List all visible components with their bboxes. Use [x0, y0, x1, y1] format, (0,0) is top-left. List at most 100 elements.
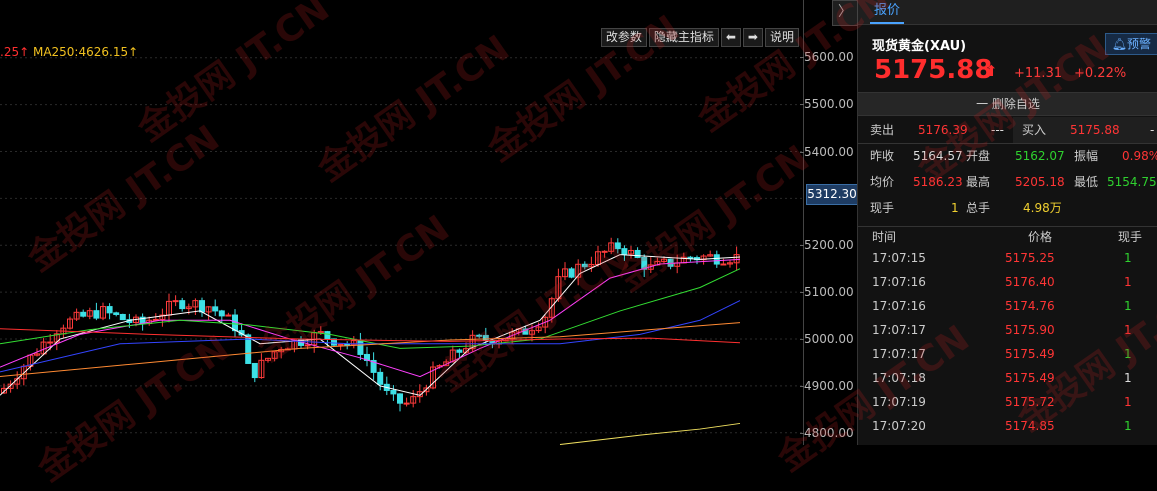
candle-body [337, 343, 344, 346]
quote-panel: 〉 报价 现货黄金(XAU) 🔔︎预警 5175.88 ⬆ +11.31 +0.… [832, 0, 1157, 445]
trades-header: 时间 价格 现手 [858, 226, 1157, 247]
remove-watchlist-button[interactable]: 一 删除自选 [858, 92, 1157, 116]
ma250-label: MA250:4626.15↑ [32, 45, 139, 59]
candle-body [634, 249, 641, 258]
panel-tabbar: 〉 报价 [832, 0, 1157, 26]
trade-price: 5175.49 [1005, 347, 1055, 361]
trade-volume: 1 [1124, 347, 1132, 361]
stats-row: 均价 5186.23 最高 5205.18 最低 5154.75 [858, 169, 1157, 195]
volume-column-header: 现手 [1118, 230, 1143, 244]
candle-body [601, 250, 608, 253]
candle-body [687, 256, 694, 259]
candle-body [93, 310, 100, 319]
trade-time: 17:07:17 [872, 323, 926, 337]
trade-row: 17:07:16 5174.76 1 [858, 294, 1157, 318]
candle-body [179, 300, 186, 310]
stat-label: 开盘 [966, 149, 991, 163]
y-tick: 5100.00 [800, 285, 854, 299]
stat-value: 0.98% [1122, 149, 1157, 163]
ma-legend: .25↑ MA250:4626.15↑ [0, 45, 138, 59]
last-price: 5175.88 [874, 55, 993, 85]
trade-row: 17:07:18 5175.49 1 [858, 366, 1157, 390]
trade-row: 17:07:16 5176.40 1 [858, 270, 1157, 294]
candle-body [403, 402, 410, 405]
edit-params-button[interactable]: 改参数 [600, 28, 647, 47]
stat-value: 5205.18 [1015, 175, 1065, 189]
candle-body [251, 362, 258, 379]
trade-row: 17:07:20 5174.85 1 [858, 414, 1157, 438]
stat-label: 最低 [1074, 175, 1099, 189]
bid-ask-row: 卖出 5176.39 --- 买入 5175.88 - [858, 117, 1157, 144]
time-column-header: 时间 [872, 230, 897, 244]
trade-time: 17:07:16 [872, 275, 926, 289]
sell-volume: --- [991, 123, 1004, 137]
candle-body [377, 371, 384, 385]
trade-time: 17:07:16 [872, 299, 926, 313]
trade-volume: 1 [1124, 251, 1132, 265]
up-arrow-icon: ⬆ [985, 62, 998, 80]
y-tick: 4800.00 [800, 426, 854, 440]
y-tick: 4900.00 [800, 379, 854, 393]
stats-row: 昨收 5164.57 开盘 5162.07 振幅 0.98% [858, 143, 1157, 169]
candle-body [456, 349, 463, 353]
candle-body [581, 263, 588, 268]
trade-volume: 1 [1124, 371, 1132, 385]
candle-body [482, 334, 489, 341]
trade-price: 5175.72 [1005, 395, 1055, 409]
candle-body [357, 340, 364, 355]
trade-row: 17:07:15 5175.25 1 [858, 246, 1157, 270]
scroll-left-icon[interactable]: ⬅ [720, 28, 741, 47]
sell-price: 5176.39 [918, 123, 968, 137]
trade-price: 5176.40 [1005, 275, 1055, 289]
stat-value: 1 [951, 201, 959, 215]
candle-body [218, 310, 225, 317]
stats-row: 现手 1 总手 4.98万 [858, 195, 1157, 221]
candle-body [621, 248, 628, 255]
trade-time: 17:07:17 [872, 347, 926, 361]
candle-body [568, 268, 575, 278]
candle-body [172, 300, 179, 303]
hide-main-indicator-button[interactable]: 隐藏主指标 [648, 28, 719, 47]
stat-label: 最高 [966, 175, 991, 189]
alert-button[interactable]: 🔔︎预警 [1104, 33, 1157, 55]
trade-volume: 1 [1124, 299, 1132, 313]
collapse-panel-icon[interactable]: 〉 [832, 0, 858, 26]
ask-box: 买入 5175.88 - [1013, 117, 1157, 143]
tab-quote[interactable]: 报价 [870, 0, 905, 24]
current-price-tag: 5312.30 [806, 184, 858, 205]
price-column-header: 价格 [1028, 230, 1053, 244]
candle-body [614, 242, 621, 250]
help-button[interactable]: 说明 [764, 28, 799, 47]
candle-body [47, 341, 54, 344]
price-axis: 5600.00 5500.00 5400.00 5200.00 5100.00 … [800, 0, 858, 445]
y-tick: 5400.00 [800, 145, 854, 159]
y-tick: 5000.00 [800, 332, 854, 346]
candle-body [106, 306, 113, 314]
trade-time: 17:07:19 [872, 395, 926, 409]
candle-body [199, 300, 205, 313]
candle-body [80, 311, 87, 317]
stat-value: 5162.07 [1015, 149, 1065, 163]
candle-body [212, 306, 219, 312]
chart-toolbar: 改参数 隐藏主指标 ⬅ ➡ 说明 [600, 28, 799, 47]
trade-volume: 1 [1124, 419, 1132, 433]
candle-body [225, 314, 232, 317]
stat-value: 5164.57 [913, 149, 963, 163]
trade-volume: 1 [1124, 275, 1132, 289]
candle-body [390, 389, 397, 395]
trade-row: 17:07:17 5175.49 1 [858, 342, 1157, 366]
trade-price: 5175.49 [1005, 371, 1055, 385]
bell-icon: 🔔︎ [1111, 37, 1127, 51]
trade-volume: 1 [1124, 395, 1132, 409]
stat-label: 振幅 [1074, 149, 1099, 163]
candle-body [667, 258, 674, 267]
candlestick-chart[interactable]: .25↑ MA250:4626.15↑ 改参数 隐藏主指标 ⬅ ➡ 说明 [0, 0, 803, 445]
stat-value: 5186.23 [913, 175, 963, 189]
trade-time: 17:07:20 [872, 419, 926, 433]
y-tick: 5500.00 [800, 97, 854, 111]
stat-label: 现手 [870, 201, 895, 215]
chart-canvas[interactable] [0, 0, 803, 445]
ma-legend-prefix: .25↑ [0, 45, 30, 59]
buy-volume: - [1150, 123, 1155, 137]
scroll-right-icon[interactable]: ➡ [742, 28, 763, 47]
